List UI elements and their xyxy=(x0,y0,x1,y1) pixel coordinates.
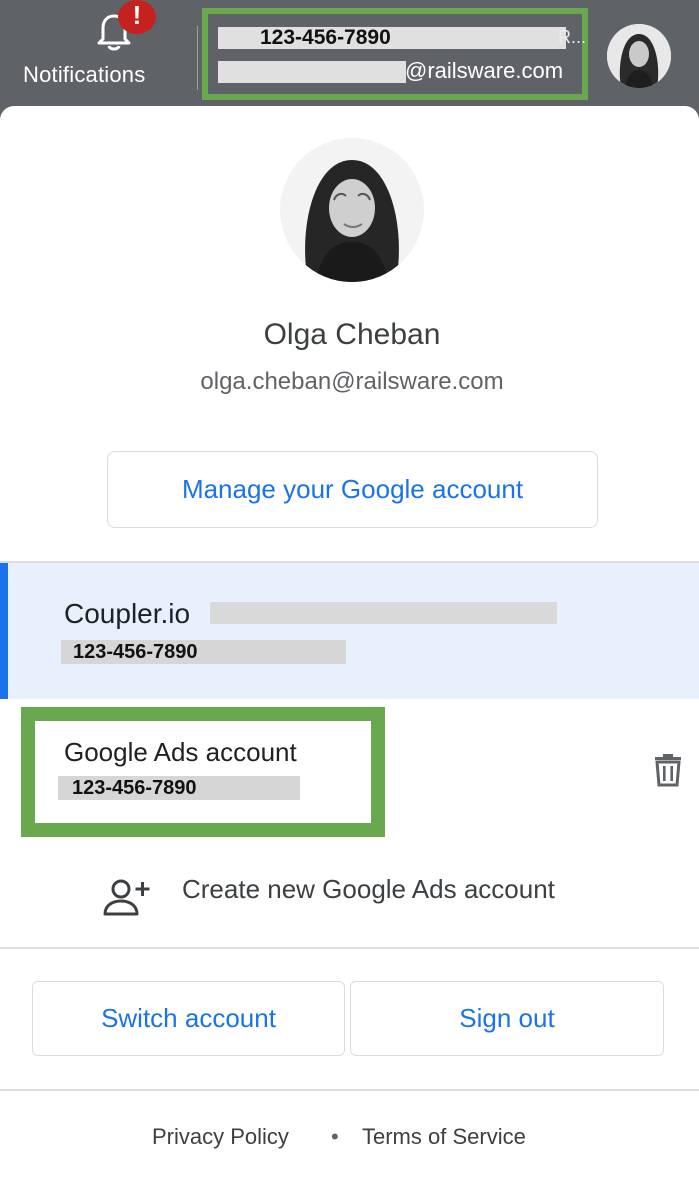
terms-of-service-link[interactable]: Terms of Service xyxy=(362,1124,526,1150)
selected-indicator xyxy=(0,563,8,699)
sign-out-button[interactable]: Sign out xyxy=(350,981,664,1056)
divider xyxy=(197,26,198,90)
account-name: Google Ads account xyxy=(64,737,297,767)
avatar-photo xyxy=(607,24,671,88)
manage-google-account-button[interactable]: Manage your Google account xyxy=(107,451,598,528)
notification-badge: ! xyxy=(118,0,156,34)
redacted-account-name: 123-456-7890 R... xyxy=(218,26,586,49)
redacted-id-background: 123-456-7890 xyxy=(58,776,300,800)
trash-icon[interactable] xyxy=(652,751,684,787)
user-name: Olga Cheban xyxy=(263,318,441,351)
account-email-domain: @railsware.com xyxy=(405,58,564,83)
divider xyxy=(0,1089,699,1091)
privacy-policy-link[interactable]: Privacy Policy xyxy=(152,1124,289,1150)
account-row-google-ads[interactable]: Google Ads account 123-456-7890 xyxy=(21,707,385,837)
current-account-selector[interactable]: 123-456-7890 R... @railsware.com xyxy=(202,8,588,100)
account-menu-card: Olga Cheban olga.cheban@railsware.com Ma… xyxy=(0,106,699,1188)
account-id: 123-456-7890 xyxy=(260,26,391,49)
create-account-label: Create new Google Ads account xyxy=(182,874,555,904)
redacted-text xyxy=(210,602,557,624)
person-add-icon xyxy=(103,879,150,916)
switch-account-button[interactable]: Switch account xyxy=(32,981,345,1056)
profile-photo xyxy=(280,138,424,282)
footer-separator: • xyxy=(331,1124,339,1149)
account-id: 123-456-7890 xyxy=(72,777,197,799)
divider xyxy=(0,947,699,949)
notifications-button[interactable]: ! Notifications xyxy=(18,0,174,100)
user-email: olga.cheban@railsware.com xyxy=(200,368,504,395)
profile-avatar xyxy=(280,138,424,282)
account-row-coupler[interactable]: Coupler.io 123-456-7890 xyxy=(0,563,699,699)
account-name-tail: R... xyxy=(557,27,586,47)
top-bar: ! Notifications 123-456-7890 R... @rails… xyxy=(0,0,699,110)
redacted-email xyxy=(218,61,406,83)
account-id: 123-456-7890 xyxy=(73,641,198,663)
footer: Privacy Policy • Terms of Service xyxy=(0,1124,699,1154)
create-new-account-row[interactable]: Create new Google Ads account xyxy=(0,856,699,946)
avatar[interactable] xyxy=(607,24,671,88)
notifications-label: Notifications xyxy=(23,62,146,87)
redacted-id-background: 123-456-7890 xyxy=(61,640,346,664)
account-name: Coupler.io xyxy=(64,598,191,629)
